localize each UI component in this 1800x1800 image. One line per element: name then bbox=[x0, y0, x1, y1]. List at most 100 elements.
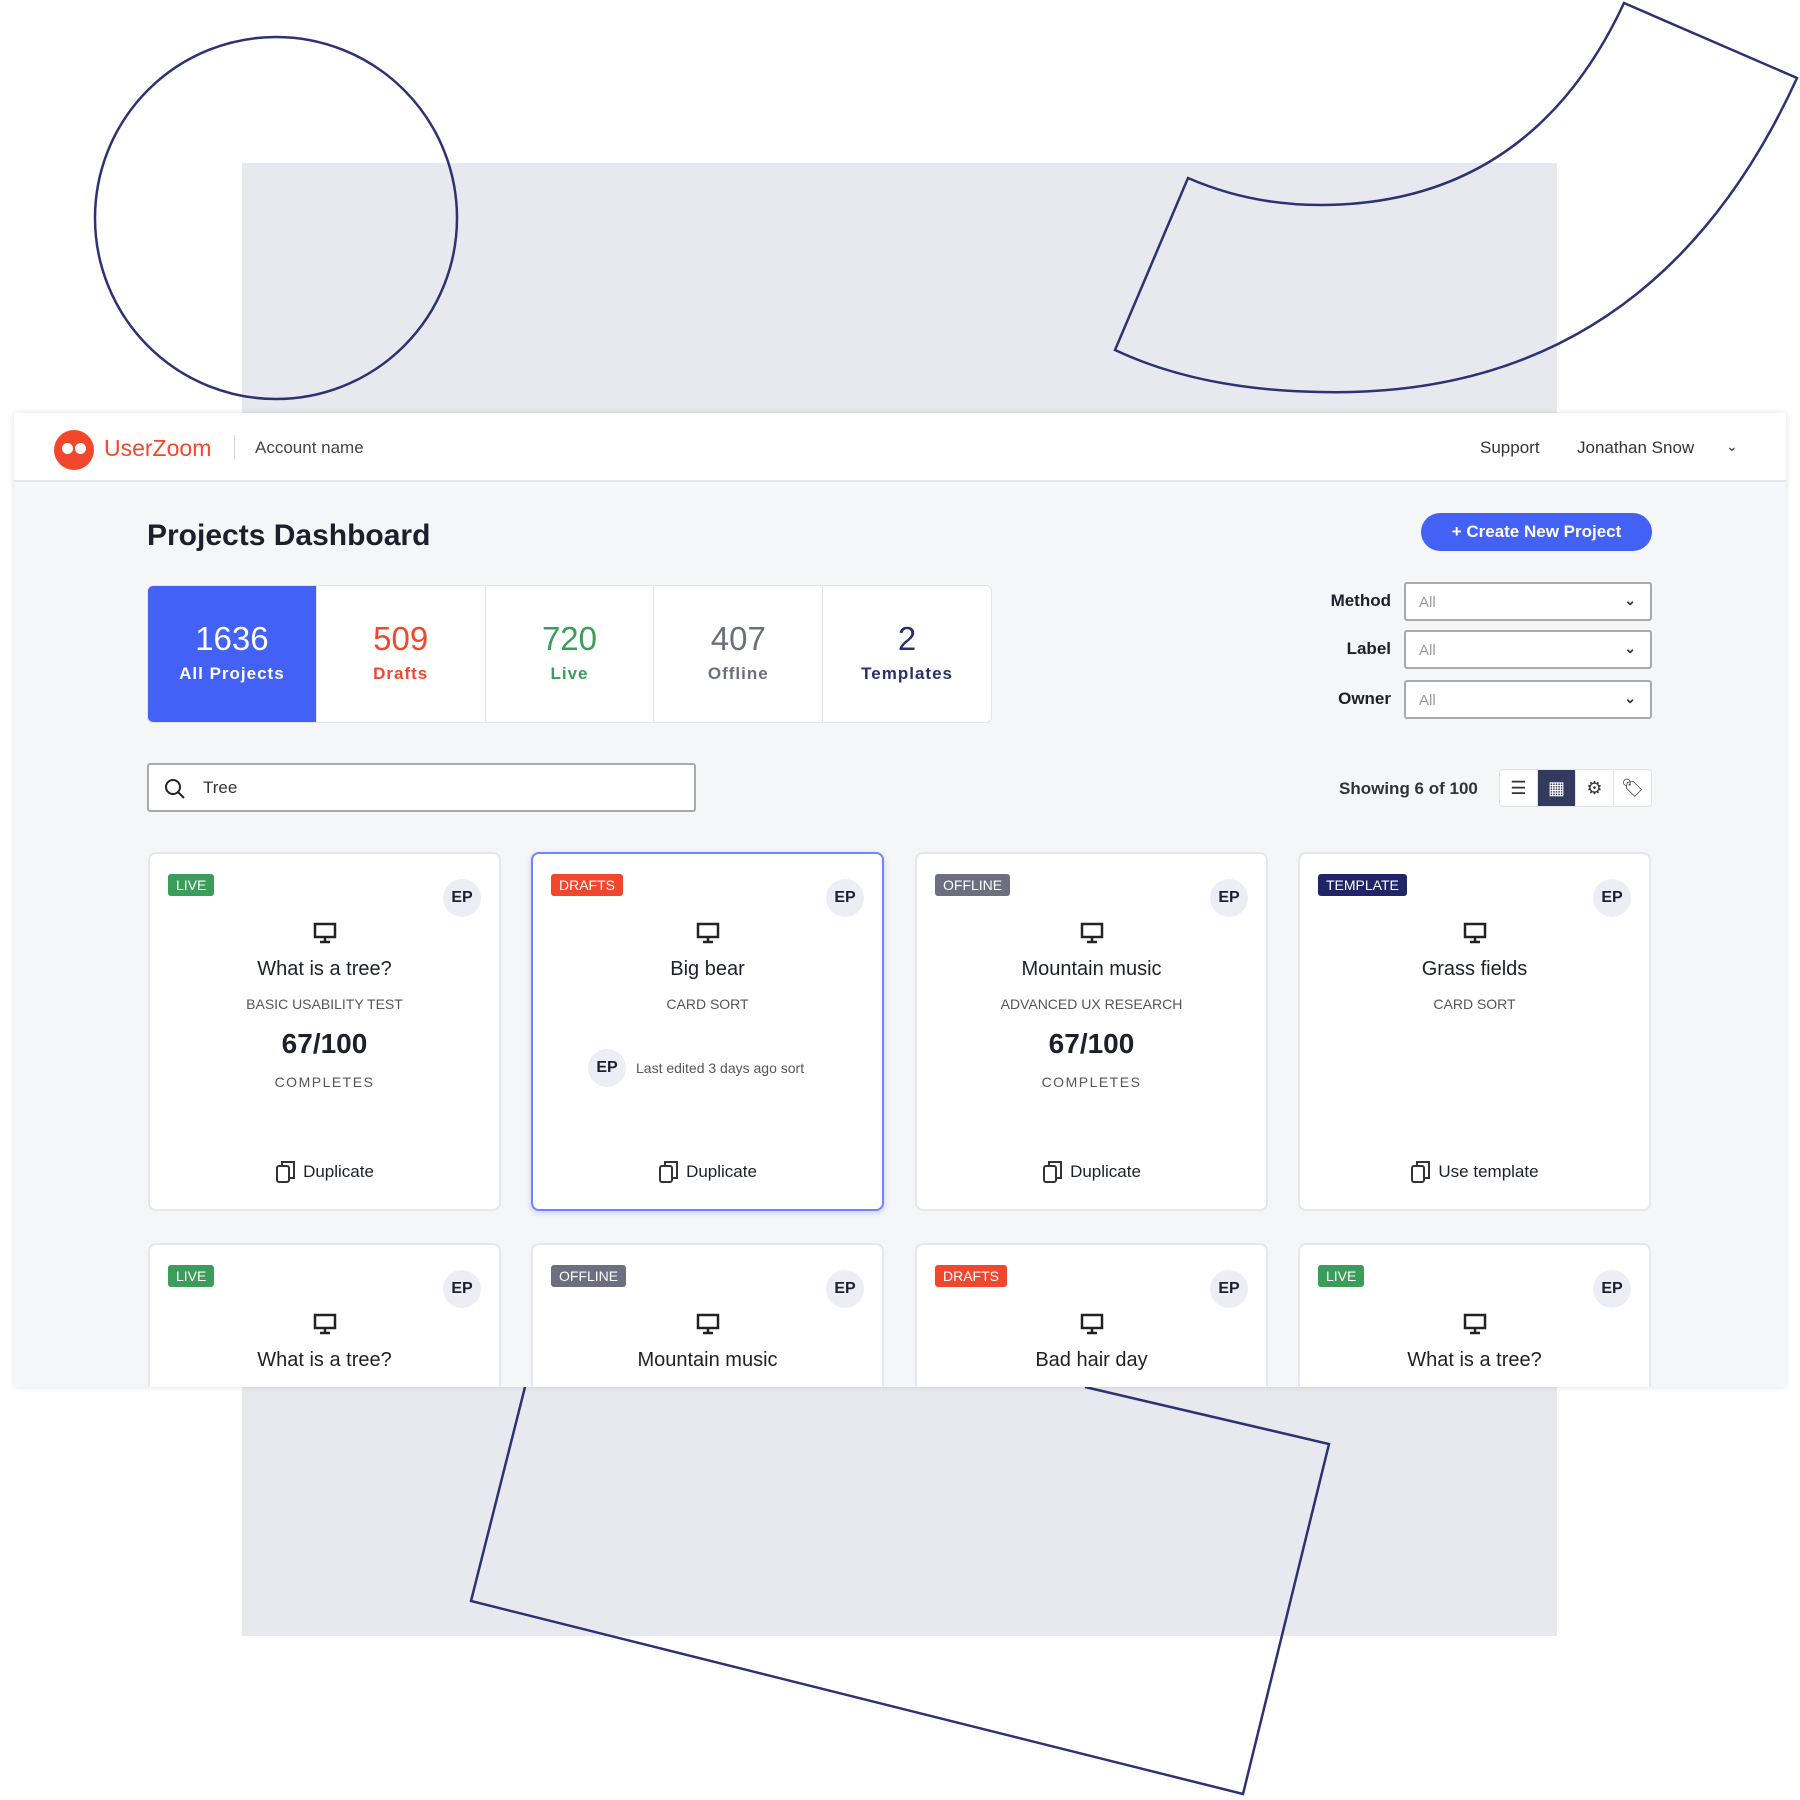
list-icon[interactable]: ☰ bbox=[1500, 770, 1538, 806]
project-card[interactable]: DRAFTS EP Bad hair day bbox=[915, 1243, 1268, 1387]
account-name[interactable]: Account name bbox=[255, 438, 364, 458]
avatar: EP bbox=[1593, 879, 1631, 917]
duplicate-button[interactable]: Duplicate bbox=[150, 1160, 499, 1184]
project-card[interactable]: LIVE EP What is a tree? bbox=[148, 1243, 501, 1387]
stat-tab-offline[interactable]: 407 Offline bbox=[654, 586, 824, 722]
avatar: EP bbox=[1210, 1270, 1248, 1308]
app-window: UserZoom Account name Support Jonathan S… bbox=[14, 413, 1786, 1387]
project-card[interactable]: LIVE EP What is a tree? bbox=[1298, 1243, 1651, 1387]
card-title[interactable]: What is a tree? bbox=[150, 1349, 499, 1372]
status-badge: DRAFTS bbox=[551, 874, 623, 896]
create-new-project-button[interactable]: + Create New Project bbox=[1421, 513, 1652, 551]
project-card[interactable]: TEMPLATE EP Grass fields CARD SORT Use tem… bbox=[1298, 852, 1651, 1211]
duplicate-button[interactable]: Duplicate bbox=[533, 1160, 882, 1184]
avatar: EP bbox=[443, 1270, 481, 1308]
status-badge: OFFLINE bbox=[551, 1265, 627, 1287]
filter-label: Method bbox=[1330, 591, 1391, 610]
card-title[interactable]: What is a tree? bbox=[150, 958, 499, 981]
decorative-circle bbox=[93, 35, 459, 401]
last-edited-text: Last edited 3 days ago sort bbox=[636, 1060, 805, 1076]
stat-tab-templates[interactable]: 2 Templates bbox=[823, 586, 991, 722]
avatar: EP bbox=[826, 879, 864, 917]
chevron-down-icon[interactable]: ⌄ bbox=[1726, 438, 1738, 455]
userzoom-logo-icon[interactable] bbox=[54, 430, 94, 470]
card-method: CARD SORT bbox=[666, 996, 749, 1012]
completes-count: 67/100 bbox=[281, 1028, 368, 1059]
search-value: Tree bbox=[203, 778, 238, 797]
search-input[interactable]: Tree bbox=[147, 763, 696, 812]
page-title: Projects Dashboard bbox=[147, 519, 431, 552]
monitor-icon bbox=[1080, 922, 1103, 944]
stat-label: Offline bbox=[707, 664, 769, 683]
copy-icon bbox=[1043, 1161, 1063, 1183]
duplicate-button[interactable]: Duplicate bbox=[917, 1160, 1266, 1184]
stat-value: 1636 bbox=[195, 620, 269, 657]
stat-label: Drafts bbox=[373, 664, 429, 683]
avatar: EP bbox=[588, 1049, 626, 1087]
card-title[interactable]: Grass fields bbox=[1300, 958, 1649, 981]
card-title[interactable]: Mountain music bbox=[533, 1349, 882, 1372]
filter-method-select[interactable]: All ⌄ bbox=[1404, 582, 1652, 621]
support-link[interactable]: Support bbox=[1480, 438, 1540, 458]
stat-value: 407 bbox=[710, 620, 766, 657]
chevron-down-icon: ⌄ bbox=[1624, 640, 1636, 656]
project-card[interactable]: LIVE EP What is a tree? BASIC USABILITY T… bbox=[148, 852, 501, 1211]
completes-label: COMPLETES bbox=[274, 1074, 375, 1090]
gear-icon[interactable]: ⚙ bbox=[1576, 770, 1614, 806]
project-card[interactable]: OFFLINE EP Mountain music ADVANCED UX RES… bbox=[915, 852, 1268, 1211]
grid-icon[interactable]: ▦ bbox=[1538, 770, 1576, 806]
card-method: ADVANCED UX RESEARCH bbox=[1000, 996, 1183, 1012]
last-edited: EP Last edited 3 days ago sort bbox=[588, 1049, 804, 1087]
chevron-down-icon: ⌄ bbox=[1624, 690, 1636, 706]
card-title[interactable]: Bad hair day bbox=[917, 1349, 1266, 1372]
status-badge: LIVE bbox=[168, 874, 215, 896]
tag-icon[interactable]: 🏷︎ bbox=[1614, 770, 1651, 806]
completes-label: COMPLETES bbox=[1041, 1074, 1142, 1090]
action-label: Duplicate bbox=[1070, 1162, 1141, 1181]
create-label: Create New Project bbox=[1466, 522, 1622, 541]
select-value: All bbox=[1419, 594, 1436, 611]
status-badge: OFFLINE bbox=[935, 874, 1011, 896]
monitor-icon bbox=[313, 1313, 336, 1335]
monitor-icon bbox=[1463, 922, 1486, 944]
copy-icon bbox=[1411, 1161, 1431, 1183]
brand-name[interactable]: UserZoom bbox=[104, 435, 211, 462]
search-icon bbox=[165, 779, 185, 799]
avatar: EP bbox=[1210, 879, 1248, 917]
monitor-icon bbox=[696, 1313, 719, 1335]
decorative-arc-band bbox=[1113, 1, 1799, 394]
stat-tab-drafts[interactable]: 509 Drafts bbox=[317, 586, 486, 722]
divider bbox=[234, 435, 235, 459]
top-nav: UserZoom Account name Support Jonathan S… bbox=[14, 413, 1786, 482]
card-title[interactable]: What is a tree? bbox=[1300, 1349, 1649, 1372]
select-value: All bbox=[1419, 642, 1436, 659]
monitor-icon bbox=[1463, 1313, 1486, 1335]
select-value: All bbox=[1419, 692, 1436, 709]
avatar: EP bbox=[1593, 1270, 1631, 1308]
filter-label: Owner bbox=[1338, 689, 1391, 708]
project-card[interactable]: OFFLINE EP Mountain music bbox=[531, 1243, 884, 1387]
stat-tab-all-projects[interactable]: 1636 All Projects bbox=[148, 586, 317, 722]
filter-owner-select[interactable]: All ⌄ bbox=[1404, 680, 1652, 719]
stats-tabs: 1636 All Projects 509 Drafts 720 Live 407 Offli… bbox=[147, 585, 992, 723]
project-card[interactable]: DRAFTS EP Big bear CARD SORT EP Last edited… bbox=[531, 852, 884, 1211]
copy-icon bbox=[276, 1161, 296, 1183]
user-menu[interactable]: Jonathan Snow bbox=[1577, 438, 1694, 458]
stat-value: 2 bbox=[897, 620, 917, 657]
use-template-button[interactable]: Use template bbox=[1300, 1160, 1649, 1184]
filter-label-select[interactable]: All ⌄ bbox=[1404, 630, 1652, 669]
card-title[interactable]: Big bear bbox=[533, 958, 882, 981]
stat-tab-live[interactable]: 720 Live bbox=[486, 586, 655, 722]
action-label: Use template bbox=[1438, 1162, 1539, 1181]
avatar: EP bbox=[826, 1270, 864, 1308]
chevron-down-icon: ⌄ bbox=[1624, 592, 1636, 608]
card-title[interactable]: Mountain music bbox=[917, 958, 1266, 981]
view-toggles: ☰ ▦ ⚙ 🏷︎ bbox=[1499, 769, 1652, 807]
copy-icon bbox=[659, 1161, 679, 1183]
results-count: Showing 6 of 100 bbox=[1339, 779, 1478, 798]
stat-value: 509 bbox=[373, 620, 429, 657]
status-badge: TEMPLATE bbox=[1318, 874, 1407, 896]
monitor-icon bbox=[696, 922, 719, 944]
plus-icon: + bbox=[1451, 522, 1467, 541]
status-badge: DRAFTS bbox=[935, 1265, 1007, 1287]
